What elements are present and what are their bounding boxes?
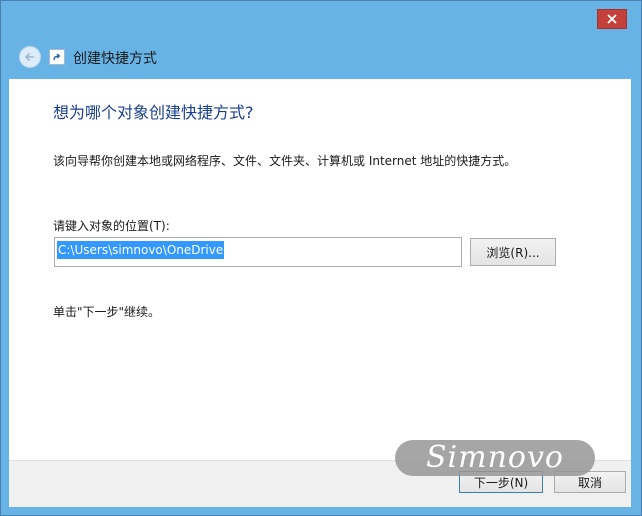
location-input[interactable]: C:\Users\simnovo\OneDrive	[54, 237, 462, 267]
wizard-navbar: 创建快捷方式	[9, 35, 633, 79]
location-label: 请键入对象的位置(T):	[53, 219, 170, 233]
back-button[interactable]	[19, 46, 41, 68]
wizard-title: 创建快捷方式	[73, 51, 157, 67]
location-input-value: C:\Users\simnovo\OneDrive	[57, 241, 225, 259]
continue-hint: 单击"下一步"继续。	[53, 305, 161, 319]
close-icon	[607, 14, 617, 24]
wizard-description: 该向导帮你创建本地或网络程序、文件、文件夹、计算机或 Internet 地址的快…	[53, 154, 517, 168]
page-heading: 想为哪个对象创建快捷方式?	[53, 103, 254, 122]
shortcut-icon	[49, 49, 65, 65]
watermark-badge: Simnovo	[395, 440, 595, 476]
wizard-content: 想为哪个对象创建快捷方式? 该向导帮你创建本地或网络程序、文件、文件夹、计算机或…	[9, 79, 631, 460]
wizard-window: 创建快捷方式 想为哪个对象创建快捷方式? 该向导帮你创建本地或网络程序、文件、文…	[0, 0, 642, 516]
back-arrow-icon	[24, 52, 34, 62]
close-button[interactable]	[597, 9, 627, 29]
title-bar[interactable]	[1, 1, 641, 35]
browse-button[interactable]: 浏览(R)...	[470, 238, 556, 266]
